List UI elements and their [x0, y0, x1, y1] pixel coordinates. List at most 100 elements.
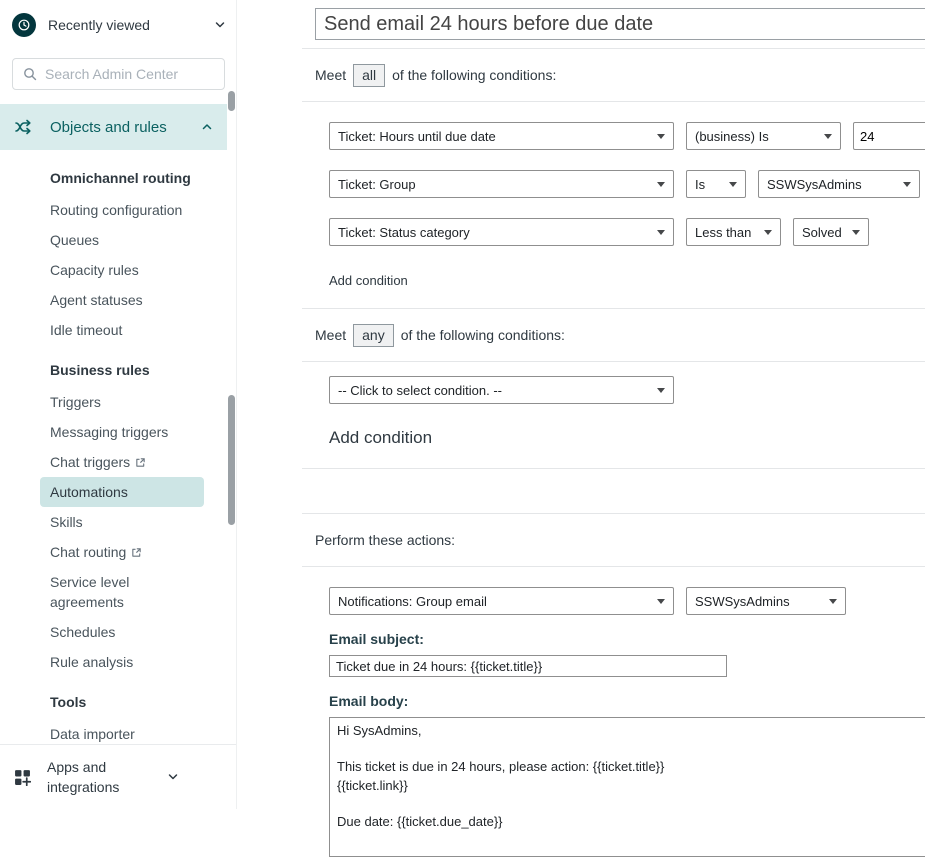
email-subject-label: Email subject:	[329, 631, 925, 647]
sidebar-group-header: Business rules	[50, 362, 227, 378]
sidebar-item-apps-and-integrations[interactable]: Apps and integrations	[0, 744, 236, 809]
condition-field-select[interactable]: Ticket: Status category	[329, 218, 674, 246]
search-input[interactable]	[12, 58, 225, 90]
meet-prefix: Meet	[315, 327, 346, 343]
sidebar-item-label: Automations	[50, 482, 128, 502]
section-label: Objects and rules	[50, 119, 201, 136]
perform-heading-label: Perform these actions:	[315, 532, 455, 548]
sidebar-group-header: Omnichannel routing	[50, 170, 227, 186]
select-value: Is	[695, 177, 705, 192]
sidebar-groups: Omnichannel routing Routing configuration…	[0, 150, 227, 744]
objects-and-rules-icon	[14, 117, 34, 137]
sidebar-item-agent-statuses[interactable]: Agent statuses	[40, 285, 204, 315]
perform-actions-heading: Perform these actions:	[315, 514, 925, 566]
chevron-down-icon	[214, 19, 226, 31]
scrollbar-thumb[interactable]	[228, 395, 235, 525]
sidebar-item-skills[interactable]: Skills	[40, 507, 204, 537]
divider	[302, 101, 925, 102]
sidebar-item-automations[interactable]: Automations	[40, 477, 204, 507]
add-condition-link-large[interactable]: Add condition	[329, 428, 432, 448]
chevron-down-icon	[657, 388, 665, 393]
action-target-select[interactable]: SSWSysAdmins	[686, 587, 846, 615]
recently-viewed-button[interactable]: Recently viewed	[12, 8, 226, 42]
sidebar-scroll-area: Objects and rules Omnichannel routing Rou…	[0, 104, 236, 744]
sidebar-item-queues[interactable]: Queues	[40, 225, 204, 255]
add-condition-link[interactable]: Add condition	[329, 273, 408, 288]
select-value: Notifications: Group email	[338, 594, 487, 609]
automation-editor: Meet all of the following conditions: Ti…	[302, 0, 925, 809]
condition-value-input[interactable]	[853, 122, 925, 150]
email-body-textarea[interactable]: Hi SysAdmins, This ticket is due in 24 h…	[329, 717, 925, 857]
clock-icon	[12, 13, 36, 37]
sidebar-item-capacity-rules[interactable]: Capacity rules	[40, 255, 204, 285]
chevron-down-icon	[729, 182, 737, 187]
sidebar-top: Recently viewed	[0, 0, 236, 90]
sidebar-item-schedules[interactable]: Schedules	[40, 617, 204, 647]
sidebar-item-service-level-agreements[interactable]: Service level agreements	[40, 567, 204, 617]
meet-suffix: of the following conditions:	[401, 327, 565, 343]
email-subject-input[interactable]	[329, 655, 727, 677]
chevron-up-icon	[201, 121, 213, 133]
chevron-down-icon	[657, 230, 665, 235]
sidebar-item-label: Agent statuses	[50, 290, 143, 310]
condition-placeholder-select[interactable]: -- Click to select condition. --	[329, 376, 674, 404]
search-box	[12, 58, 226, 90]
sidebar-scrollbar[interactable]	[227, 0, 236, 809]
condition-value-select[interactable]: SSWSysAdmins	[758, 170, 920, 198]
sidebar-item-label: Idle timeout	[50, 320, 122, 340]
sidebar-section-objects-and-rules[interactable]: Objects and rules	[0, 104, 227, 150]
select-value: Ticket: Hours until due date	[338, 129, 496, 144]
chevron-down-icon	[657, 182, 665, 187]
sidebar-item-chat-triggers[interactable]: Chat triggers	[40, 447, 204, 477]
sidebar-item-data-importer[interactable]: Data importer	[40, 719, 204, 744]
sidebar-item-label: Messaging triggers	[50, 422, 168, 442]
select-value: SSWSysAdmins	[695, 594, 790, 609]
sidebar: Recently viewed Objects and rules	[0, 0, 237, 809]
spacer	[302, 469, 925, 513]
apps-grid-icon	[14, 769, 31, 786]
all-qualifier-badge[interactable]: all	[353, 64, 385, 87]
apps-and-integrations-label: Apps and integrations	[47, 757, 167, 797]
chevron-down-icon	[657, 134, 665, 139]
scrollbar-thumb-top[interactable]	[228, 91, 235, 111]
sidebar-item-chat-routing[interactable]: Chat routing	[40, 537, 204, 567]
select-value: (business) Is	[695, 129, 769, 144]
condition-operator-select[interactable]: (business) Is	[686, 122, 841, 150]
chevron-down-icon	[657, 599, 665, 604]
select-value: Ticket: Group	[338, 177, 416, 192]
sidebar-item-routing-configuration[interactable]: Routing configuration	[40, 195, 204, 225]
divider	[302, 566, 925, 567]
condition-row: Ticket: Group Is SSWSysAdmins	[329, 170, 925, 198]
meet-all-heading: Meet all of the following conditions:	[315, 49, 925, 101]
recently-viewed-label: Recently viewed	[48, 17, 214, 33]
sidebar-item-label: Chat routing	[50, 542, 126, 562]
sidebar-item-messaging-triggers[interactable]: Messaging triggers	[40, 417, 204, 447]
condition-row: Ticket: Status category Less than Solved	[329, 218, 925, 246]
automation-title-input[interactable]	[315, 8, 925, 40]
chevron-down-icon	[764, 230, 772, 235]
condition-field-select[interactable]: Ticket: Hours until due date	[329, 122, 674, 150]
action-type-select[interactable]: Notifications: Group email	[329, 587, 674, 615]
sidebar-item-rule-analysis[interactable]: Rule analysis	[40, 647, 204, 677]
select-value: Ticket: Status category	[338, 225, 470, 240]
any-qualifier-badge[interactable]: any	[353, 324, 394, 347]
sidebar-item-label: Rule analysis	[50, 652, 133, 672]
meet-suffix: of the following conditions:	[392, 67, 556, 83]
condition-operator-select[interactable]: Is	[686, 170, 746, 198]
search-icon	[22, 66, 38, 87]
select-value: Less than	[695, 225, 751, 240]
chevron-down-icon	[903, 182, 911, 187]
condition-operator-select[interactable]: Less than	[686, 218, 781, 246]
chevron-down-icon	[829, 599, 837, 604]
chevron-down-icon	[167, 771, 179, 783]
condition-value-select[interactable]: Solved	[793, 218, 869, 246]
sidebar-group-header: Tools	[50, 694, 227, 710]
sidebar-item-label: Skills	[50, 512, 83, 532]
sidebar-item-label: Queues	[50, 230, 99, 250]
condition-field-select[interactable]: Ticket: Group	[329, 170, 674, 198]
sidebar-item-label: Capacity rules	[50, 260, 139, 280]
sidebar-item-label: Chat triggers	[50, 452, 130, 472]
sidebar-item-idle-timeout[interactable]: Idle timeout	[40, 315, 204, 345]
sidebar-item-label: Triggers	[50, 392, 101, 412]
sidebar-item-triggers[interactable]: Triggers	[40, 387, 204, 417]
